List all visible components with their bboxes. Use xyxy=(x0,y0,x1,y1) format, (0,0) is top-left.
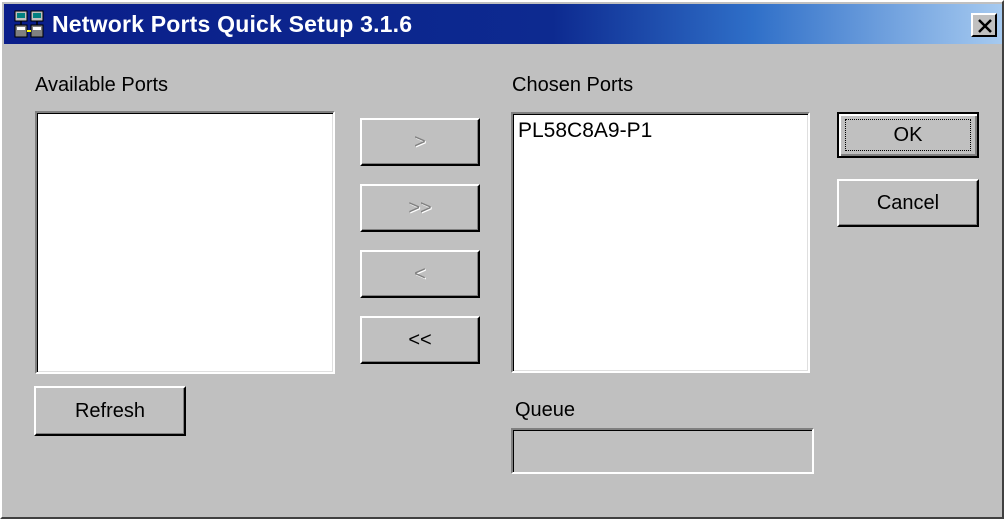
chosen-ports-label: Chosen Ports xyxy=(512,74,634,96)
title-bar[interactable]: Network Ports Quick Setup 3.1.6 xyxy=(4,4,1002,44)
available-ports-label: Available Ports xyxy=(35,74,169,96)
queue-field[interactable] xyxy=(511,428,814,474)
add-all-ports-button[interactable]: >> xyxy=(360,184,480,232)
dialog-window: Network Ports Quick Setup 3.1.6 Availabl… xyxy=(0,0,1004,519)
add-selected-port-button[interactable]: > xyxy=(360,118,480,166)
chosen-ports-list[interactable]: PL58C8A9-P1 xyxy=(511,112,810,373)
network-ports-icon xyxy=(14,10,44,38)
close-button[interactable] xyxy=(971,13,997,37)
cancel-button[interactable]: Cancel xyxy=(837,179,979,227)
queue-label: Queue xyxy=(515,399,576,421)
ok-button-label: OK xyxy=(893,123,923,146)
ok-button[interactable]: OK xyxy=(837,112,979,158)
remove-selected-port-button[interactable]: < xyxy=(360,250,480,298)
available-ports-list[interactable] xyxy=(35,111,335,374)
close-icon xyxy=(978,19,992,33)
window-title: Network Ports Quick Setup 3.1.6 xyxy=(52,11,413,37)
list-item[interactable]: PL58C8A9-P1 xyxy=(513,114,808,143)
refresh-button[interactable]: Refresh xyxy=(34,386,186,436)
remove-all-ports-button[interactable]: << xyxy=(360,316,480,364)
